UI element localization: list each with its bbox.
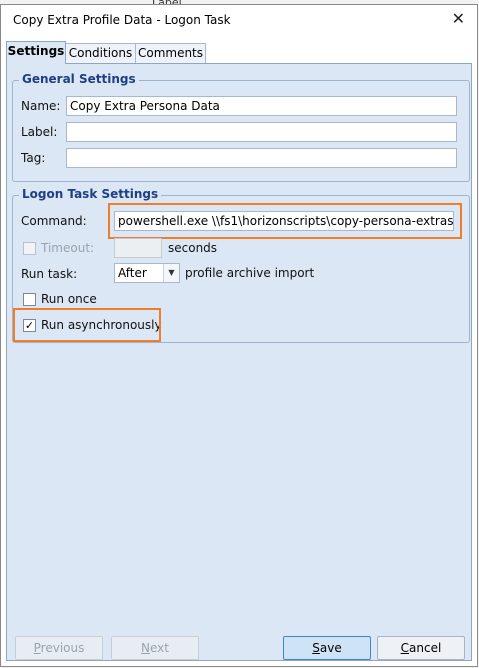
- title-bar: Copy Extra Profile Data - Logon Task ✕: [1, 5, 477, 35]
- run-once-checkbox[interactable]: [23, 293, 36, 306]
- tab-comments-label: Comments: [137, 46, 204, 60]
- tab-comments[interactable]: Comments: [135, 43, 206, 63]
- cancel-button[interactable]: Cancel: [377, 636, 465, 660]
- previous-label: revious: [40, 641, 85, 655]
- tab-settings-label: Settings: [7, 44, 65, 58]
- settings-panel: General Settings Name: Copy Extra Person…: [6, 63, 472, 661]
- tab-conditions[interactable]: Conditions: [65, 43, 136, 63]
- timeout-field[interactable]: [114, 238, 162, 258]
- name-field[interactable]: Copy Extra Persona Data: [66, 96, 457, 116]
- run-once-label: Run once: [41, 292, 97, 306]
- tag-label: Tag:: [21, 151, 46, 165]
- previous-button[interactable]: Previous: [15, 636, 103, 660]
- cancel-accesskey: C: [400, 641, 410, 655]
- run-task-value: After: [118, 266, 147, 280]
- logon-task-settings-group: Logon Task Settings Command: powershell.…: [12, 187, 470, 343]
- close-icon[interactable]: ✕: [452, 10, 465, 28]
- logon-task-settings-title: Logon Task Settings: [19, 187, 162, 201]
- chevron-down-icon[interactable]: ▼: [163, 264, 179, 282]
- timeout-label: Timeout:: [41, 241, 95, 255]
- command-label: Command:: [21, 214, 87, 228]
- next-accesskey: N: [141, 641, 150, 655]
- general-settings-title: General Settings: [19, 72, 139, 86]
- tab-conditions-label: Conditions: [68, 46, 133, 60]
- run-task-select[interactable]: After ▼: [114, 263, 180, 283]
- previous-accesskey: P: [33, 641, 41, 655]
- cancel-label: ancel: [409, 641, 442, 655]
- label-label: Label:: [21, 125, 58, 139]
- run-task-label: Run task:: [21, 267, 78, 281]
- tag-field[interactable]: [66, 148, 457, 168]
- save-label: ave: [319, 641, 342, 655]
- next-button[interactable]: Next: [111, 636, 199, 660]
- general-settings-group: General Settings Name: Copy Extra Person…: [12, 72, 470, 182]
- command-highlight-box: [108, 203, 462, 239]
- timeout-checkbox[interactable]: [23, 242, 36, 255]
- timeout-unit: seconds: [168, 241, 218, 255]
- window-title: Copy Extra Profile Data - Logon Task: [13, 13, 231, 27]
- next-label: ext: [150, 641, 169, 655]
- save-button[interactable]: Save: [283, 636, 371, 660]
- run-task-suffix: profile archive import: [185, 266, 315, 280]
- run-asynchronously-highlight-box: [13, 308, 161, 342]
- dialog-window: Copy Extra Profile Data - Logon Task ✕ S…: [0, 4, 478, 667]
- tab-settings[interactable]: Settings: [6, 41, 66, 64]
- name-label: Name:: [21, 99, 61, 113]
- label-field[interactable]: [66, 122, 457, 142]
- save-accesskey: S: [312, 641, 320, 655]
